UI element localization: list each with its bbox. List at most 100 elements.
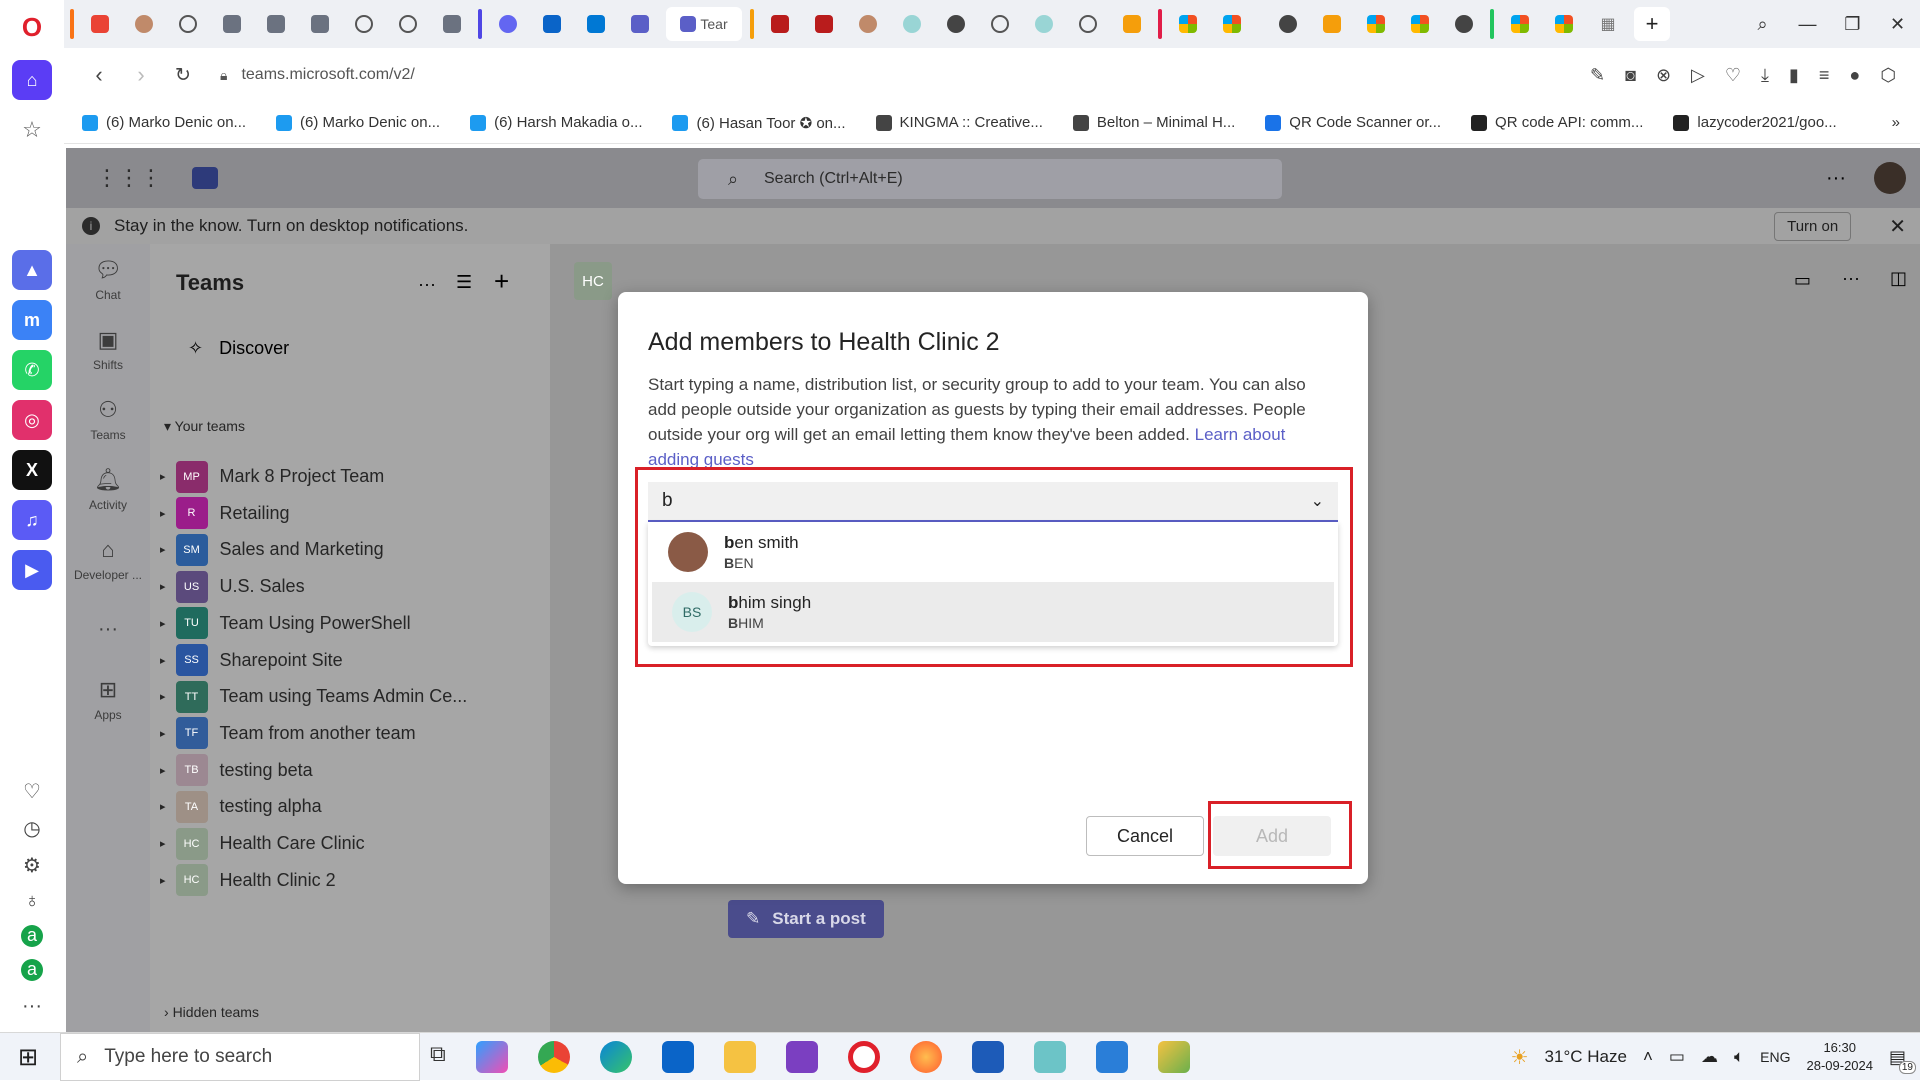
volume-icon[interactable]: 🔈︎ (1734, 1047, 1744, 1067)
expand-chevron-icon[interactable]: ▸ (160, 764, 166, 777)
bookmark-item[interactable]: (6) Hasan Toor ✪ on... (672, 114, 846, 132)
x-icon[interactable]: X (12, 450, 52, 490)
your-teams-header[interactable]: ▾ Your teams (164, 418, 245, 435)
app-launcher-icon[interactable]: ⋮⋮⋮ (96, 165, 162, 191)
expand-chevron-icon[interactable]: ▸ (160, 543, 166, 556)
minimize-icon[interactable]: — (1785, 14, 1830, 35)
restore-icon[interactable]: ❐ (1830, 14, 1875, 35)
edit-icon[interactable]: ✎ (1590, 65, 1605, 86)
taskbar-search[interactable]: ⌕ Type here to search (60, 1033, 420, 1081)
member-search-input[interactable]: b ⌄ (648, 482, 1338, 522)
tab-schema-1[interactable] (762, 7, 798, 41)
bookmark-item[interactable]: (6) Marko Denic on... (82, 114, 246, 131)
favorite-icon[interactable]: ♡ (1725, 65, 1741, 86)
whatsapp-icon[interactable]: ✆ (12, 350, 52, 390)
add-team-icon[interactable]: + (494, 266, 509, 297)
tab-azure[interactable] (578, 7, 614, 41)
panel-toggle-icon[interactable]: ◫ (1890, 268, 1907, 289)
chrome-icon[interactable] (537, 1041, 570, 1073)
expand-chevron-icon[interactable]: ▸ (160, 727, 166, 740)
hidden-teams-header[interactable]: › Hidden teams (164, 1004, 259, 1020)
search-tabs-icon[interactable]: ⌕ (1740, 14, 1785, 35)
messenger-icon[interactable]: m (12, 300, 52, 340)
dismiss-icon[interactable]: ✕ (1889, 214, 1906, 239)
turn-on-button[interactable]: Turn on (1774, 211, 1852, 241)
reload-icon[interactable]: ↻ (162, 64, 204, 87)
forward-icon[interactable]: › (120, 62, 162, 88)
expand-chevron-icon[interactable]: ▸ (160, 874, 166, 887)
chevron-down-icon[interactable]: ⌄ (1311, 491, 1324, 511)
tab-ms-4[interactable] (1402, 7, 1438, 41)
tab-teams-active[interactable]: Tear (666, 7, 742, 41)
tab-grid-icon[interactable]: ▦ (1590, 7, 1626, 41)
expand-chevron-icon[interactable]: ▸ (160, 580, 166, 593)
rail-item-developer[interactable]: ⌂ Developer ... (66, 524, 150, 594)
heart-icon[interactable]: ♡ (23, 779, 41, 804)
rail-item-apps[interactable]: ⊞ Apps (66, 664, 150, 734)
expand-chevron-icon[interactable]: ▸ (160, 617, 166, 630)
discover-item[interactable]: ✧ Discover (188, 338, 289, 359)
outlook-icon[interactable] (661, 1041, 694, 1073)
tab-chart[interactable] (1114, 7, 1150, 41)
aria-icon[interactable]: ▲ (12, 250, 52, 290)
download-icon[interactable]: ⤓ (1761, 65, 1769, 86)
tab-teal-1[interactable] (894, 7, 930, 41)
suggestion-ben-smith[interactable]: ben smith BEN (648, 522, 1338, 582)
bookmark-item[interactable]: lazycoder2021/goo... (1673, 114, 1837, 131)
rail-item-chat[interactable]: 💬︎ Chat (66, 244, 150, 314)
search-input[interactable]: ⌕ Search (Ctrl+Alt+E) (698, 159, 1282, 199)
edge-icon[interactable] (599, 1041, 632, 1073)
firefox-icon[interactable] (909, 1041, 942, 1073)
start-icon[interactable]: ⊞ (18, 1043, 38, 1072)
expand-chevron-icon[interactable]: ▸ (160, 690, 166, 703)
bookmarks-overflow-icon[interactable]: » (1892, 114, 1900, 131)
user-avatar[interactable] (1874, 162, 1906, 194)
music-icon[interactable]: ♫ (12, 500, 52, 540)
extensions-icon[interactable]: ⬡ (1880, 65, 1896, 86)
tab-ms-3[interactable] (1358, 7, 1394, 41)
close-window-icon[interactable]: ✕ (1875, 14, 1920, 35)
notepad-icon[interactable] (1033, 1041, 1066, 1073)
opera-icon[interactable] (847, 1041, 880, 1073)
paint-icon[interactable] (1157, 1041, 1190, 1073)
tab-sync-1[interactable] (214, 7, 250, 41)
video-icon[interactable]: ▭ (1794, 270, 1811, 291)
camera-icon[interactable]: ◙ (1625, 65, 1636, 86)
task-view-icon[interactable]: ⧉ (430, 1041, 446, 1073)
tab-outlook[interactable] (534, 7, 570, 41)
home-icon[interactable]: ⌂ (12, 60, 52, 100)
tab-avatar-2[interactable] (850, 7, 886, 41)
bookmark-item[interactable]: (6) Marko Denic on... (276, 114, 440, 131)
tab-teams-1[interactable] (622, 7, 658, 41)
tab-ms-1[interactable] (1170, 7, 1206, 41)
tab-ms-5[interactable] (1502, 7, 1538, 41)
tab-globe-1[interactable] (938, 7, 974, 41)
start-post-button[interactable]: ✎ Start a post (728, 900, 884, 938)
tab-chatgpt-2[interactable] (346, 7, 382, 41)
team-item[interactable]: ▸ HC Health Clinic 2 (160, 858, 336, 903)
tab-amazon[interactable] (1314, 7, 1350, 41)
copilot-icon[interactable] (475, 1041, 508, 1073)
tab-globe-3[interactable] (1446, 7, 1482, 41)
tab-sync-2[interactable] (258, 7, 294, 41)
visual-studio-icon[interactable] (785, 1041, 818, 1073)
bookmark-item[interactable]: QR Code Scanner or... (1265, 114, 1441, 131)
tab-sync-4[interactable] (434, 7, 470, 41)
rail-item-activity[interactable]: 🔔︎ Activity (66, 454, 150, 524)
tab-teal-2[interactable] (1026, 7, 1062, 41)
network-icon[interactable]: ☁ (1701, 1047, 1718, 1067)
battery-icon[interactable]: ▮ (1789, 65, 1799, 86)
tab-chatgpt[interactable] (170, 7, 206, 41)
tab-chatgpt-3[interactable] (390, 7, 426, 41)
suggestion-bhim-singh[interactable]: BS bhim singh BHIM (652, 582, 1334, 642)
tab-copilot[interactable] (490, 7, 526, 41)
play-icon[interactable]: ▷ (1691, 65, 1705, 86)
tab-ms-6[interactable] (1546, 7, 1582, 41)
filter-icon[interactable]: ☰ (456, 272, 472, 293)
url-field[interactable]: teams.microsoft.com/v2/ (241, 66, 414, 84)
expand-chevron-icon[interactable]: ▸ (160, 800, 166, 813)
star-icon[interactable]: ☆ (12, 110, 52, 150)
settings-icon[interactable]: ⚙ (23, 853, 41, 878)
word-icon[interactable] (971, 1041, 1004, 1073)
rail-item-teams[interactable]: ⚇ Teams (66, 384, 150, 454)
